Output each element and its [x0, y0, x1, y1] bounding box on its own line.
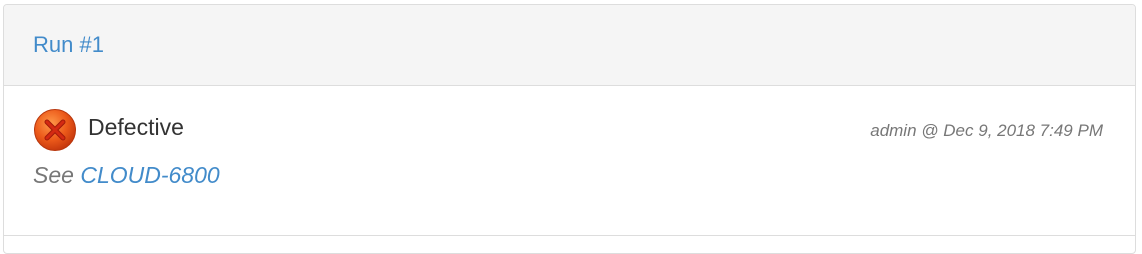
comment-prefix: See — [33, 162, 74, 188]
issue-link[interactable]: CLOUD-6800 — [80, 162, 219, 188]
run-panel: Run #1 Defective admin @ Dec 9, 2018 7:4… — [3, 4, 1136, 254]
x-circle-icon — [34, 109, 76, 151]
result-comment: See CLOUD-6800 — [33, 164, 220, 187]
timestamp: Dec 9, 2018 7:49 PM — [943, 121, 1103, 140]
author: admin — [870, 121, 917, 140]
run-result: Defective admin @ Dec 9, 2018 7:49 PM Se… — [4, 86, 1135, 236]
result-meta: admin @ Dec 9, 2018 7:49 PM — [870, 122, 1103, 139]
status-label: Defective — [88, 114, 184, 140]
meta-separator: @ — [921, 121, 939, 140]
run-panel-header: Run #1 — [4, 5, 1135, 86]
divider — [4, 235, 1135, 236]
run-title-link[interactable]: Run #1 — [33, 34, 104, 56]
